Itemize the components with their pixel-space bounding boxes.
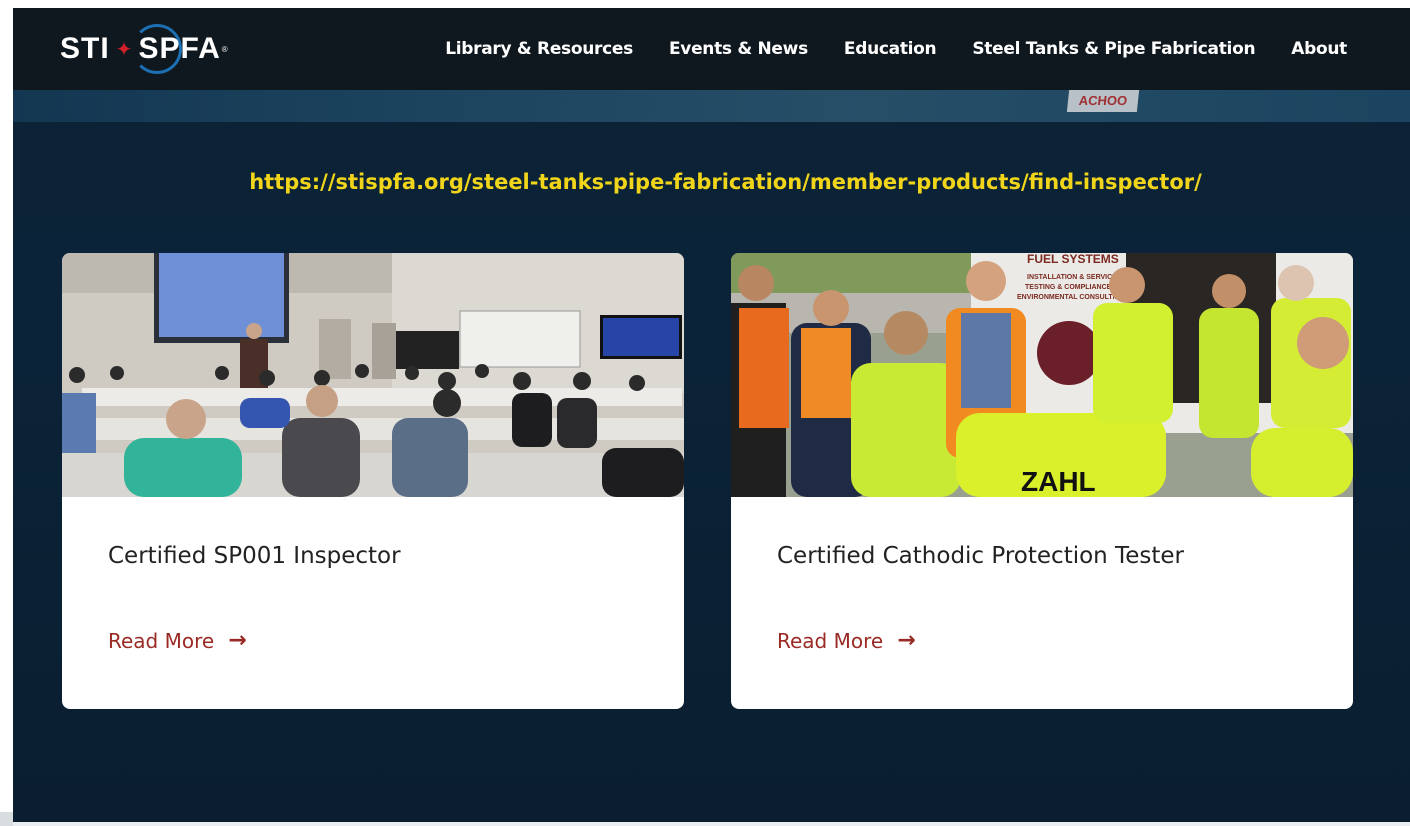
truck-sign-line-1: FUEL SYSTEMS bbox=[1027, 253, 1119, 266]
truck-sign-line-3: TESTING & COMPLIANCE bbox=[1025, 284, 1112, 291]
arrow-right-icon: → bbox=[897, 628, 916, 653]
card-title: Certified SP001 Inspector bbox=[108, 543, 401, 569]
arrow-right-icon: → bbox=[228, 628, 247, 653]
nav-events-news[interactable]: Events & News bbox=[669, 39, 808, 59]
read-more-link[interactable]: Read More → bbox=[108, 628, 247, 653]
field-crew-photo: FUEL SYSTEMS INSTALLATION & SERVICE TEST… bbox=[731, 253, 1353, 497]
corner-chip bbox=[0, 812, 13, 826]
nav-library-resources[interactable]: Library & Resources bbox=[445, 39, 633, 59]
registered-mark: ® bbox=[221, 44, 228, 54]
inspector-url[interactable]: https://stispfa.org/steel-tanks-pipe-fab… bbox=[13, 170, 1410, 194]
read-more-label: Read More bbox=[108, 628, 215, 653]
card-cathodic-protection-tester: FUEL SYSTEMS INSTALLATION & SERVICE TEST… bbox=[731, 253, 1353, 709]
card-sp001-inspector: Certified SP001 Inspector Read More → bbox=[62, 253, 684, 709]
classroom-photo-illustration bbox=[62, 253, 684, 497]
classroom-photo bbox=[62, 253, 684, 497]
hero-background-strip: ACHOO bbox=[13, 90, 1410, 122]
top-navbar: STI ✦ SPFA ® Library & Resources Events … bbox=[13, 8, 1410, 90]
read-more-label: Read More bbox=[777, 628, 884, 653]
site-frame: STI ✦ SPFA ® Library & Resources Events … bbox=[13, 8, 1410, 826]
logo-star-icon: ✦ bbox=[115, 38, 133, 61]
frame-bottom-edge bbox=[13, 822, 1410, 826]
nav-about[interactable]: About bbox=[1291, 39, 1347, 59]
hero-banner-fragment: ACHOO bbox=[1066, 90, 1140, 112]
page-left-margin bbox=[0, 0, 13, 826]
main-nav: Library & Resources Events & News Educat… bbox=[445, 8, 1347, 90]
site-logo[interactable]: STI ✦ SPFA ® bbox=[60, 22, 295, 76]
vest-logo-text: ZAHL bbox=[1021, 466, 1096, 497]
truck-sign-line-4: ENVIRONMENTAL CONSULTING bbox=[1017, 294, 1126, 301]
field-crew-photo-illustration: FUEL SYSTEMS INSTALLATION & SERVICE TEST… bbox=[731, 253, 1353, 497]
logo-text-left: STI bbox=[60, 32, 110, 65]
nav-education[interactable]: Education bbox=[844, 39, 937, 59]
logo-text-right: SPFA bbox=[138, 32, 221, 65]
nav-steel-tanks-pipe[interactable]: Steel Tanks & Pipe Fabrication bbox=[972, 39, 1255, 59]
read-more-link[interactable]: Read More → bbox=[777, 628, 916, 653]
card-title: Certified Cathodic Protection Tester bbox=[777, 543, 1184, 569]
truck-sign-line-2: INSTALLATION & SERVICE bbox=[1027, 274, 1117, 281]
